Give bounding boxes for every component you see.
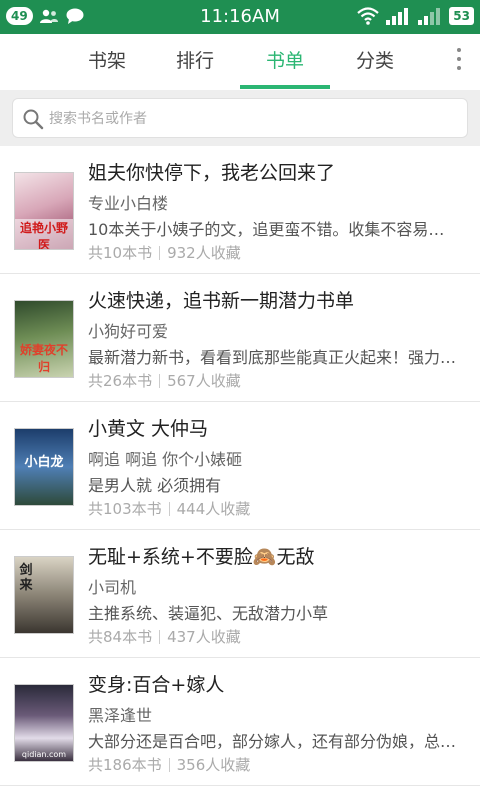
booklist-item[interactable]: 追艳小野医 姐夫你快停下，我老公回来了 专业小白楼 10本关于小姨子的文，追更蛮… <box>0 146 480 274</box>
more-menu-icon[interactable] <box>456 48 462 74</box>
tab-categories[interactable]: 分类 <box>330 34 420 90</box>
booklist-description: 主推系统、装逼犯、无敌潜力小草 <box>88 604 329 623</box>
favorite-count: 567人收藏 <box>167 372 241 390</box>
book-cover: 剑来 <box>14 556 74 634</box>
favorite-count: 444人收藏 <box>176 500 251 518</box>
favorite-count: 356人收藏 <box>176 756 251 774</box>
favorite-count: 932人收藏 <box>167 244 241 262</box>
booklist-author: 专业小白楼 <box>88 194 169 213</box>
book-count: 共10本书 <box>88 244 153 262</box>
booklist-item[interactable]: 剑来 无耻+系统+不要脸🙈无敌 小司机 主推系统、装逼犯、无敌潜力小草 共84本… <box>0 530 480 658</box>
tab-bar: 书架 排行 书单 分类 <box>0 34 480 90</box>
tab-booklists[interactable]: 书单 <box>240 34 330 90</box>
status-bar-right: 53 <box>357 6 474 26</box>
booklist-meta: 共103本书 444人收藏 <box>88 498 250 519</box>
wifi-icon <box>357 7 380 25</box>
search-input[interactable] <box>49 107 449 131</box>
booklist-title: 火速快递，追书新一期潜力书单 <box>88 290 355 312</box>
booklist-author: 啊追 啊追 你个小婊砸 <box>88 450 243 469</box>
book-count: 共103本书 <box>88 500 162 518</box>
booklist-meta: 共26本书 567人收藏 <box>88 370 241 391</box>
signal-icon-2 <box>418 8 441 25</box>
booklist-item[interactable]: 小白龙 小黄文 大仲马 啊追 啊追 你个小婊砸 是男人就 必须拥有 共103本书… <box>0 402 480 530</box>
meta-divider <box>159 630 161 644</box>
book-count: 共26本书 <box>88 372 153 390</box>
search-area <box>0 90 480 146</box>
book-cover: 娇妻夜不归 <box>14 300 74 378</box>
book-cover: qidian.com <box>14 684 74 762</box>
booklist-title: 姐夫你快停下，我老公回来了 <box>88 162 336 184</box>
booklist-description: 大部分还是百合吧，部分嫁人，还有部分伪娘，总之慢慢看 <box>88 732 458 751</box>
booklist-meta: 共10本书 932人收藏 <box>88 242 241 263</box>
booklist-description: 10本关于小姨子的文，追更蛮不错。收集不容易，且看且珍惜 <box>88 220 458 239</box>
booklist-author: 小狗好可爱 <box>88 322 169 341</box>
tab-ranking[interactable]: 排行 <box>150 34 240 90</box>
status-bar: 49 11:16AM 53 <box>0 0 480 34</box>
book-cover: 小白龙 <box>14 428 74 506</box>
favorite-count: 437人收藏 <box>167 628 241 646</box>
meta-divider <box>168 758 170 772</box>
signal-icon-1 <box>386 8 409 25</box>
booklist-title: 小黄文 大仲马 <box>88 418 209 440</box>
booklist-item[interactable]: 娇妻夜不归 火速快递，追书新一期潜力书单 小狗好可爱 最新潜力新书，看看到底那些… <box>0 274 480 402</box>
meta-divider <box>168 502 170 516</box>
booklist-meta: 共186本书 356人收藏 <box>88 754 250 775</box>
book-count: 共84本书 <box>88 628 153 646</box>
booklist-meta: 共84本书 437人收藏 <box>88 626 241 647</box>
book-count: 共186本书 <box>88 756 162 774</box>
booklist-description: 是男人就 必须拥有 <box>88 476 222 495</box>
booklist-list: 追艳小野医 姐夫你快停下，我老公回来了 专业小白楼 10本关于小姨子的文，追更蛮… <box>0 146 480 786</box>
booklist-author: 小司机 <box>88 578 137 597</box>
booklist-title: 变身:百合+嫁人 <box>88 674 225 696</box>
search-icon <box>23 109 44 130</box>
meta-divider <box>159 374 161 388</box>
battery-level: 53 <box>449 7 474 25</box>
booklist-title: 无耻+系统+不要脸🙈无敌 <box>88 546 315 568</box>
tab-bookshelf[interactable]: 书架 <box>62 34 152 90</box>
booklist-author: 黑泽逢世 <box>88 706 153 725</box>
active-tab-indicator <box>240 85 330 89</box>
search-box[interactable] <box>12 98 468 138</box>
meta-divider <box>159 246 161 260</box>
booklist-item[interactable]: qidian.com 变身:百合+嫁人 黑泽逢世 大部分还是百合吧，部分嫁人，还… <box>0 658 480 786</box>
booklist-description: 最新潜力新书，看看到底那些能真正火起来！强力推荐 <box>88 348 458 367</box>
book-cover: 追艳小野医 <box>14 172 74 250</box>
